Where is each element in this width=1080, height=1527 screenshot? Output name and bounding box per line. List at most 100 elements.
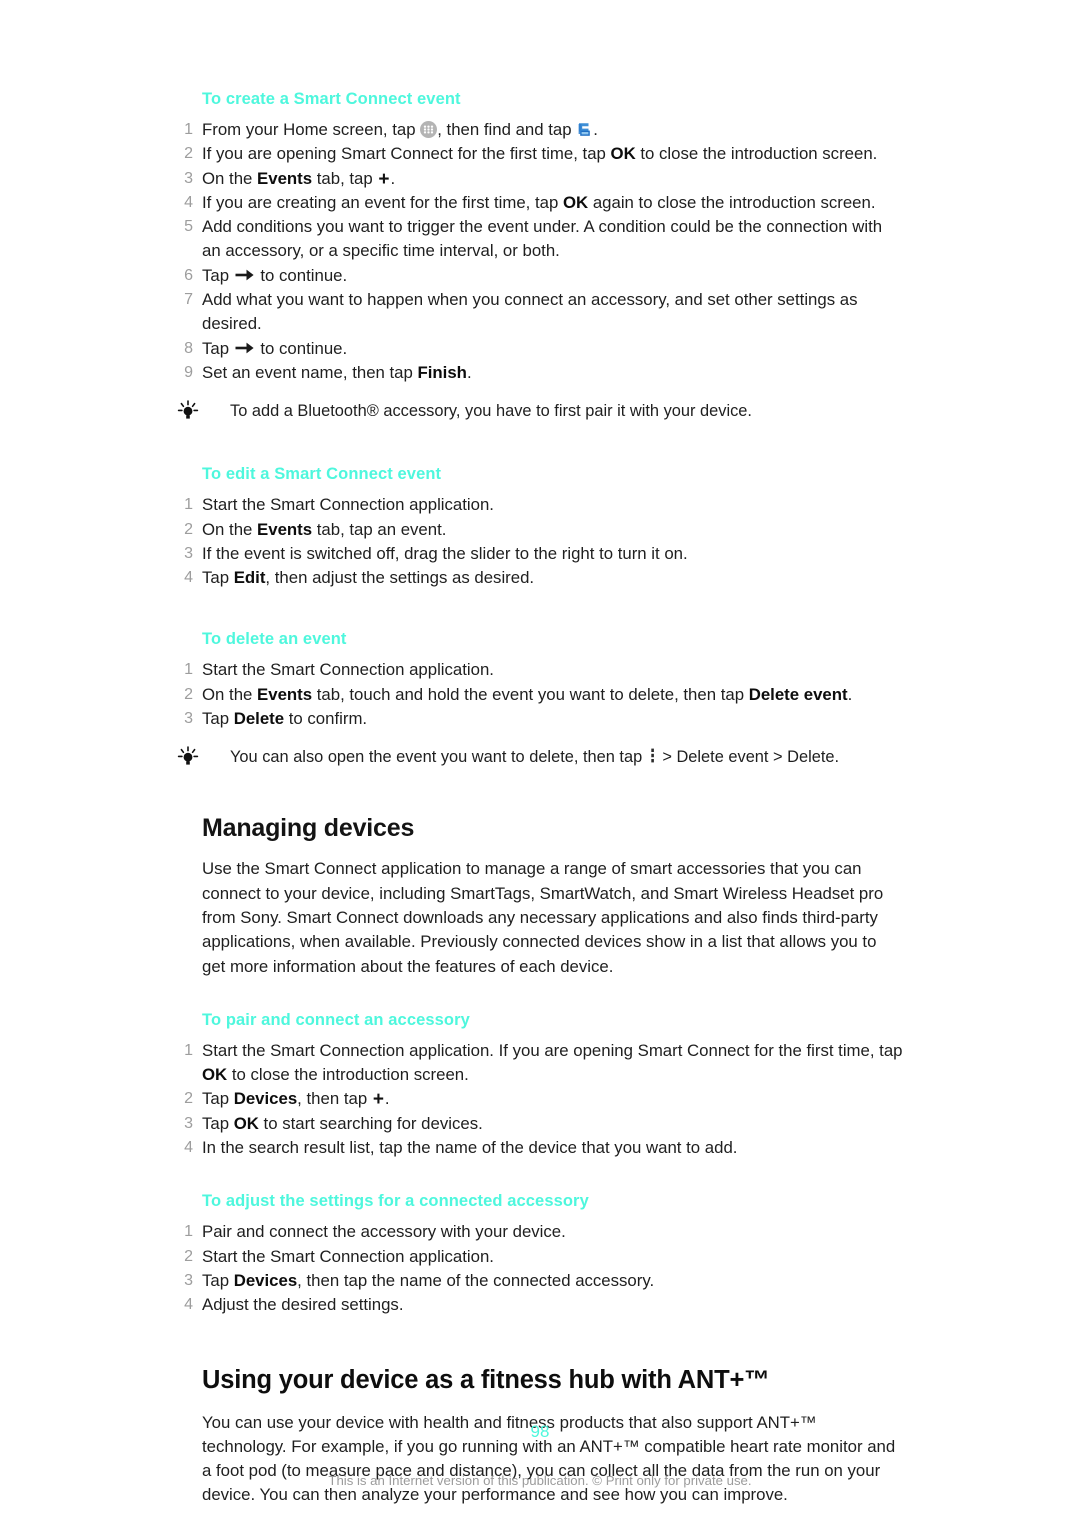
heading-create-smart-connect-event: To create a Smart Connect event <box>202 90 461 108</box>
step-item: 3 If the event is switched off, drag the … <box>175 542 905 566</box>
step-text: In the search result list, tap the name … <box>202 1138 738 1158</box>
ui-term: Events <box>257 168 313 188</box>
step-number: 4 <box>184 193 193 211</box>
step-text: Set an event name, then tap Finish. <box>202 362 472 382</box>
steps-create-smart-connect-event: 1 From your Home screen, tap , then find … <box>175 118 905 385</box>
step-item: 3 On the Events tab, tap +. <box>175 167 905 191</box>
ui-term: Finish <box>417 362 467 382</box>
step-item: 4 Adjust the desired settings. <box>175 1293 905 1317</box>
step-text: Tap OK to start searching for devices. <box>202 1113 483 1133</box>
step-item: 3 Tap Delete to confirm. <box>175 707 905 731</box>
step-number: 3 <box>184 1271 193 1289</box>
footer-note: This is an Internet version of this publ… <box>328 1473 752 1488</box>
step-text: If you are opening Smart Connect for the… <box>202 144 878 164</box>
step-item: 1 Pair and connect the accessory with you… <box>175 1220 905 1244</box>
ui-term: Devices <box>233 1270 298 1290</box>
paragraph-managing-devices: Use the Smart Connect application to man… <box>202 859 884 976</box>
step-number: 8 <box>184 339 193 357</box>
step-number: 1 <box>184 661 193 679</box>
heading-delete-event: To delete an event <box>202 630 347 649</box>
tip-delete-event-alternative: You can also open the event you want to … <box>175 745 905 769</box>
step-number: 9 <box>184 363 193 381</box>
ui-term: Events <box>257 519 313 539</box>
step-number: 1 <box>184 1041 193 1059</box>
ui-term: OK <box>610 144 636 164</box>
ui-term: OK <box>233 1113 259 1133</box>
lightbulb-icon <box>175 746 201 768</box>
step-item: 4 If you are creating an event for the fi… <box>175 191 905 215</box>
step-number: 6 <box>184 266 193 284</box>
step-item: 6 Tap to continue. <box>175 264 905 288</box>
steps-pair-and-connect-accessory: 1 Start the Smart Connection application.… <box>175 1039 905 1160</box>
step-item: 7 Add what you want to happen when you co… <box>175 288 905 337</box>
step-text: Start the Smart Connection application. … <box>202 1040 903 1085</box>
plus-icon: + <box>378 168 390 190</box>
step-item: 4 Tap Edit, then adjust the settings as d… <box>175 566 905 590</box>
page-number: 98 <box>530 1422 550 1441</box>
step-text: On the Events tab, tap an event. <box>202 519 447 539</box>
step-number: 3 <box>184 1114 193 1132</box>
ui-term: OK <box>202 1065 228 1085</box>
step-text: Pair and connect the accessory with your… <box>202 1222 566 1242</box>
ui-term: Delete <box>233 709 285 729</box>
step-text: Tap to continue. <box>202 265 348 285</box>
heading-adjust-settings-connected-accessory: To adjust the settings for a connected a… <box>202 1192 589 1211</box>
step-text: Start the Smart Connection application. <box>202 495 494 515</box>
step-number: 1 <box>184 496 193 514</box>
step-item: 1 Start the Smart Connection application. <box>175 658 905 682</box>
step-text: Tap to continue. <box>202 338 348 358</box>
step-item: 3 Tap Devices, then tap the name of the c… <box>175 1269 905 1293</box>
app-drawer-icon <box>420 121 438 138</box>
step-item: 9 Set an event name, then tap Finish. <box>175 361 905 385</box>
step-number: 4 <box>184 569 193 587</box>
step-item: 2 Start the Smart Connection application. <box>175 1245 905 1269</box>
step-number: 2 <box>184 685 193 703</box>
heading-pair-and-connect-accessory: To pair and connect an accessory <box>202 1010 470 1029</box>
step-text: If the event is switched off, drag the s… <box>202 543 688 563</box>
plus-icon: + <box>372 1089 384 1111</box>
lightbulb-icon <box>175 400 201 422</box>
step-item: 1 Start the Smart Connection application.… <box>175 1039 905 1088</box>
heading-edit-smart-connect-event: To edit a Smart Connect event <box>202 465 442 484</box>
manual-page: To create a Smart Connect event 1 From yo… <box>0 0 1080 1527</box>
ui-term: Delete event <box>748 684 848 704</box>
smart-connect-app-icon <box>576 121 593 138</box>
steps-adjust-settings-connected-accessory: 1 Pair and connect the accessory with you… <box>175 1220 905 1317</box>
ui-term: OK <box>562 192 589 212</box>
steps-delete-event: 1 Start the Smart Connection application.… <box>175 658 905 731</box>
step-item: 2 If you are opening Smart Connect for th… <box>175 142 905 166</box>
step-text: Start the Smart Connection application. <box>202 1246 494 1266</box>
step-text: Tap Devices, then tap +. <box>202 1089 390 1111</box>
step-text: Tap Devices, then tap the name of the co… <box>202 1270 655 1290</box>
tip-bluetooth-pairing: To add a Bluetooth® accessory, you have … <box>175 399 905 423</box>
step-item: 4 In the search result list, tap the name… <box>175 1136 905 1160</box>
ui-term: Devices <box>233 1089 298 1109</box>
step-number: 2 <box>184 1090 193 1108</box>
step-item: 5 Add conditions you want to trigger the … <box>175 215 905 264</box>
steps-edit-smart-connect-event: 1 Start the Smart Connection application.… <box>175 493 905 590</box>
step-item: 3 Tap OK to start searching for devices. <box>175 1112 905 1136</box>
step-number: 1 <box>184 1223 193 1241</box>
arrow-right-icon <box>234 268 256 282</box>
step-item: 1 Start the Smart Connection application. <box>175 493 905 517</box>
step-number: 5 <box>184 218 193 236</box>
step-number: 3 <box>184 169 193 187</box>
arrow-right-icon <box>234 341 256 355</box>
step-text: From your Home screen, tap , then find a… <box>202 120 598 139</box>
step-text: Add conditions you want to trigger the e… <box>202 217 883 261</box>
step-item: 2 On the Events tab, tap an event. <box>175 518 905 542</box>
step-number: 2 <box>184 520 193 538</box>
step-number: 4 <box>184 1296 193 1314</box>
step-number: 3 <box>184 710 193 728</box>
step-number: 2 <box>184 145 193 163</box>
step-number: 3 <box>184 544 193 562</box>
step-number: 4 <box>184 1139 193 1157</box>
overflow-menu-icon <box>647 748 658 764</box>
ui-term: Edit <box>233 568 266 588</box>
ui-term: Events <box>257 684 313 704</box>
step-text: Tap Edit, then adjust the settings as de… <box>202 568 535 588</box>
step-item: 2 Tap Devices, then tap +. <box>175 1087 905 1111</box>
step-item: 8 Tap to continue. <box>175 337 905 361</box>
tip-text: To add a Bluetooth® accessory, you have … <box>230 402 752 421</box>
step-text: Start the Smart Connection application. <box>202 660 494 680</box>
